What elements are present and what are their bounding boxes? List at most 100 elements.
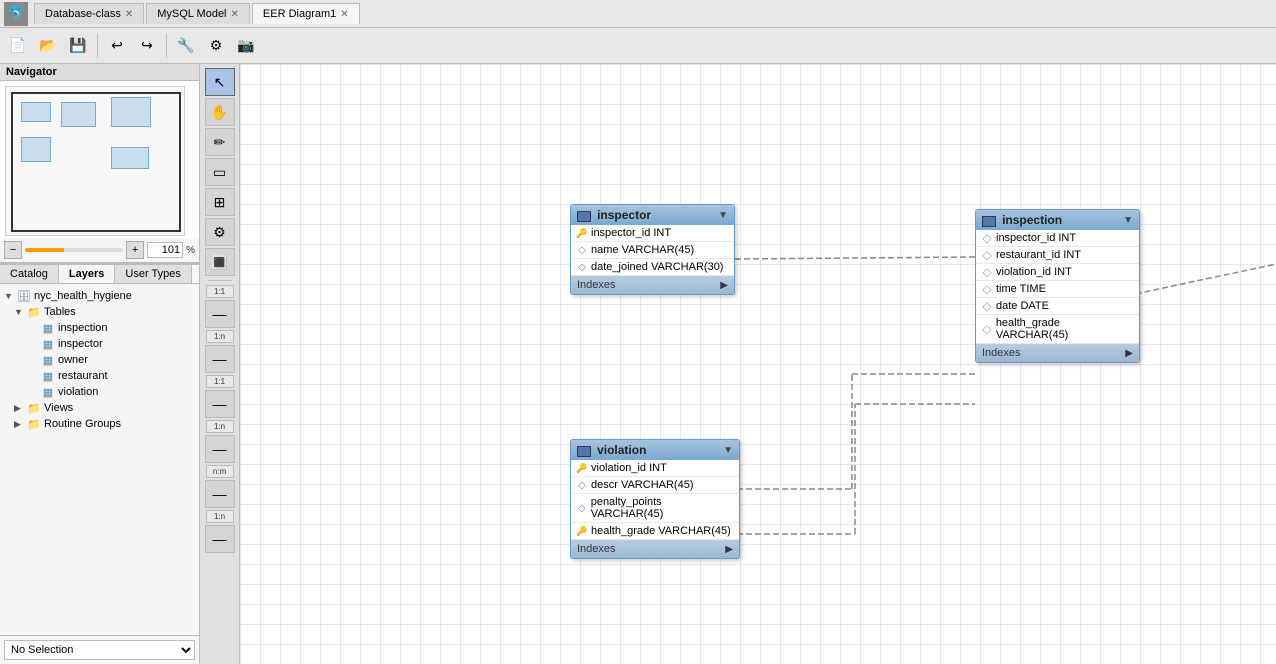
col-label: inspector_id INT [996, 232, 1076, 244]
user-types-tab-label: User Types [125, 268, 180, 280]
rel-nm-tool[interactable]: — [205, 480, 235, 508]
diamond-icon: ◇ [577, 245, 587, 255]
eer-canvas[interactable]: inspector ▼ 🔑 inspector_id INT ◇ name VA… [240, 64, 1276, 664]
tab-close-icon[interactable]: ✕ [125, 9, 133, 20]
rel-1-1b-label: 1:1 [206, 375, 234, 388]
tree-violation[interactable]: ▦ violation [0, 384, 199, 400]
col-label: restaurant_id INT [996, 249, 1081, 261]
navigator-header: Navigator [0, 64, 199, 81]
screenshot-button[interactable]: 📷 [232, 32, 260, 60]
connectors-layer [240, 64, 1276, 664]
user-types-tab[interactable]: User Types [115, 265, 191, 283]
tree-owner[interactable]: ▦ owner [0, 352, 199, 368]
tree-inspector[interactable]: ▦ inspector [0, 336, 199, 352]
col-label: violation_id INT [996, 266, 1072, 278]
layers-tab[interactable]: Layers [59, 265, 115, 283]
schema-tree: ▼ 🗄 nyc_health_hygiene ▼ 📁 Tables ▦ insp… [0, 284, 199, 635]
tab-mysql-model[interactable]: MySQL Model ✕ [146, 3, 250, 24]
routine-tool[interactable]: ⚙ [205, 218, 235, 246]
indexes-arrow: ▶ [1125, 348, 1133, 359]
redo-button[interactable]: ↪ [133, 32, 161, 60]
new-button[interactable]: 📄 [4, 32, 32, 60]
table-expand-inspection[interactable]: ▼ [1123, 215, 1133, 226]
open-button[interactable]: 📂 [34, 32, 62, 60]
indexes-violation[interactable]: Indexes ▶ [571, 540, 739, 558]
options-button[interactable]: ⚙ [202, 32, 230, 60]
rel-1-nc-tool[interactable]: — [205, 525, 235, 553]
table-header-inspector[interactable]: inspector ▼ [571, 205, 734, 225]
table-header-violation[interactable]: violation ▼ [571, 440, 739, 460]
select-tool[interactable]: ↖ [205, 68, 235, 96]
indexes-inspection[interactable]: Indexes ▶ [976, 344, 1139, 362]
pan-tool[interactable]: ✋ [205, 98, 235, 126]
views-label: Views [44, 402, 73, 414]
expand-icon: ▶ [14, 403, 24, 414]
expand-icon [28, 387, 38, 397]
eer-table-inspector[interactable]: inspector ▼ 🔑 inspector_id INT ◇ name VA… [570, 204, 735, 295]
sidebar-tabs: Catalog Layers User Types [0, 264, 199, 284]
rel-1-nc-label: 1:n [206, 510, 234, 523]
circle-icon: ◇ [982, 301, 992, 311]
tool-palette: ↖ ✋ ✏ ▭ ⊞ ⚙ 🔳 1:1 — 1:n — 1:1 — 1:n — n:… [200, 64, 240, 664]
zoom-value[interactable]: 101 [147, 242, 183, 258]
routine-label: Routine Groups [44, 418, 121, 430]
views-icon: 📁 [27, 401, 41, 415]
col-penalty: ◇ penalty_points VARCHAR(45) [571, 494, 739, 523]
expand-icon: ▼ [14, 307, 24, 317]
zoom-out-button[interactable]: − [4, 241, 22, 259]
zoom-bar: − + 101 % [0, 238, 199, 263]
tab-eer-diagram[interactable]: EER Diagram1 ✕ [252, 3, 360, 24]
tables-icon: 📁 [27, 305, 41, 319]
rel-1-n-tool[interactable]: — [205, 345, 235, 373]
tree-restaurant[interactable]: ▦ restaurant [0, 368, 199, 384]
view-tool[interactable]: ⊞ [205, 188, 235, 216]
rel-1-1-label: 1:1 [206, 285, 234, 298]
layer-tool[interactable]: 🔳 [205, 248, 235, 276]
rel-1-1-tool[interactable]: — [205, 300, 235, 328]
table-expand-inspector[interactable]: ▼ [718, 210, 728, 221]
rel-1-nb-tool[interactable]: — [205, 435, 235, 463]
rel-1-1b-tool[interactable]: — [205, 390, 235, 418]
tab-close-icon[interactable]: ✕ [231, 9, 239, 20]
zoom-slider[interactable] [25, 248, 123, 252]
tree-inspection[interactable]: ▦ inspection [0, 320, 199, 336]
eraser-tool[interactable]: ✏ [205, 128, 235, 156]
expand-icon [28, 323, 38, 333]
layers-tab-label: Layers [69, 268, 104, 280]
circle-icon: ◇ [982, 324, 992, 334]
indexes-label: Indexes [577, 279, 616, 291]
key-icon: 🔑 [577, 463, 587, 473]
indexes-inspector[interactable]: Indexes ▶ [571, 276, 734, 294]
undo-button[interactable]: ↩ [103, 32, 131, 60]
zoom-in-button[interactable]: + [126, 241, 144, 259]
save-button[interactable]: 💾 [64, 32, 92, 60]
tree-views[interactable]: ▶ 📁 Views [0, 400, 199, 416]
col-inspector-id: ◇ inspector_id INT [976, 230, 1139, 247]
table-expand-violation[interactable]: ▼ [723, 445, 733, 456]
col-descr: ◇ descr VARCHAR(45) [571, 477, 739, 494]
eer-table-inspection[interactable]: inspection ▼ ◇ inspector_id INT ◇ restau… [975, 209, 1140, 363]
selection-dropdown[interactable]: No Selection [4, 640, 195, 660]
eer-table-violation[interactable]: violation ▼ 🔑 violation_id INT ◇ descr V… [570, 439, 740, 559]
navigator-canvas[interactable] [0, 81, 199, 238]
circle-icon: ◇ [982, 284, 992, 294]
tab-close-icon[interactable]: ✕ [340, 9, 348, 20]
tab-database-class[interactable]: Database-class ✕ [34, 3, 144, 24]
toolbar: 📄 📂 💾 ↩ ↪ 🔧 ⚙ 📷 [0, 28, 1276, 64]
col-inspector-id: 🔑 inspector_id INT [571, 225, 734, 242]
col-label: date DATE [996, 300, 1049, 312]
tree-routine-groups[interactable]: ▶ 📁 Routine Groups [0, 416, 199, 432]
table-tool[interactable]: ▭ [205, 158, 235, 186]
tab-label: EER Diagram1 [263, 8, 336, 20]
diamond-icon: ◇ [577, 262, 587, 272]
tree-root[interactable]: ▼ 🗄 nyc_health_hygiene [0, 288, 199, 304]
table-icon: ▦ [41, 369, 55, 383]
tree-tables[interactable]: ▼ 📁 Tables [0, 304, 199, 320]
properties-button[interactable]: 🔧 [172, 32, 200, 60]
rel-1-nb-label: 1:n [206, 420, 234, 433]
catalog-tab[interactable]: Catalog [0, 265, 59, 283]
table-header-inspection[interactable]: inspection ▼ [976, 210, 1139, 230]
expand-icon: ▶ [14, 419, 24, 430]
col-violation-id: ◇ violation_id INT [976, 264, 1139, 281]
tab-bar: 🐬 Database-class ✕ MySQL Model ✕ EER Dia… [0, 0, 1276, 28]
